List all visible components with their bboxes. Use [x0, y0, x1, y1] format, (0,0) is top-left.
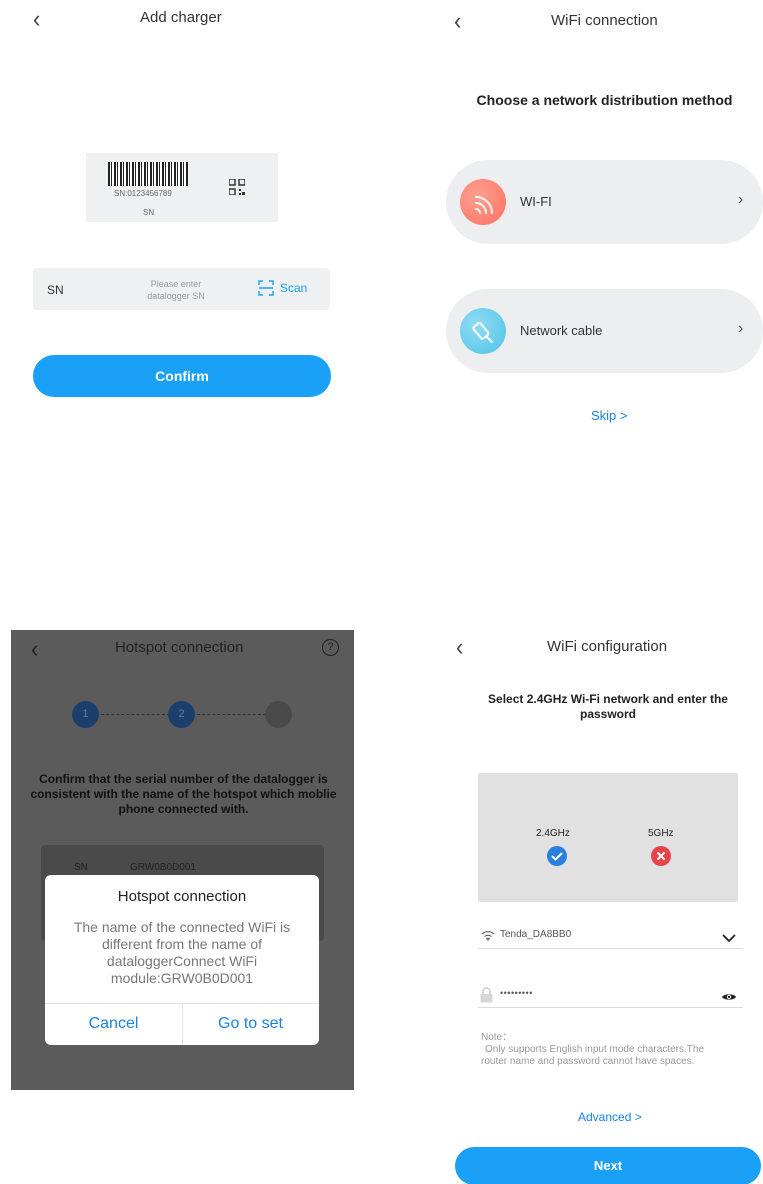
chevron-right-icon: ›	[738, 191, 744, 208]
eye-icon[interactable]	[721, 992, 737, 1002]
method-wifi-button[interactable]: WI-FI ›	[446, 160, 763, 244]
wifi-icon	[481, 931, 495, 941]
password-underline	[478, 1007, 743, 1008]
skip-link[interactable]: Skip >	[591, 408, 628, 423]
go-to-set-button[interactable]: Go to set	[182, 1015, 319, 1033]
sn-info-value: GRW0B0D001	[130, 862, 196, 873]
note-title: Note：	[481, 1032, 513, 1043]
page-title: Hotspot connection	[115, 639, 244, 656]
network-cable-icon	[460, 308, 506, 354]
back-icon[interactable]: ‹	[33, 6, 40, 31]
back-icon[interactable]: ‹	[456, 634, 463, 659]
cross-icon	[651, 846, 671, 866]
page-title: WiFi connection	[551, 12, 658, 29]
next-button[interactable]: Next	[455, 1147, 761, 1184]
qr-code-icon	[229, 179, 245, 195]
method-network-cable-button[interactable]: Network cable ›	[446, 289, 763, 373]
band-label: 5GHz	[648, 828, 674, 839]
confirm-message: Confirm that the serial number of the da…	[30, 772, 337, 816]
page-title: WiFi configuration	[547, 638, 668, 655]
distribution-heading: Choose a network distribution method	[476, 92, 733, 108]
scan-button[interactable]: Scan	[258, 280, 307, 296]
sn-field-label: SN	[47, 283, 64, 297]
wifi-icon	[460, 179, 506, 225]
chevron-right-icon: ›	[738, 320, 744, 337]
hotspot-dialog: Hotspot connection The name of the conne…	[45, 875, 319, 1045]
scan-label: Scan	[280, 281, 308, 295]
barcode-icon	[108, 162, 188, 186]
method-label: WI-FI	[520, 194, 552, 209]
sn-caption: SN	[143, 208, 155, 217]
step-2: 2	[168, 701, 195, 728]
back-icon[interactable]: ‹	[454, 8, 461, 33]
step-1: 1	[72, 701, 99, 728]
note-body: Only supports English input mode charact…	[481, 1044, 704, 1067]
password-mask: •••••••••	[500, 988, 533, 998]
cancel-button[interactable]: Cancel	[45, 1015, 182, 1033]
step-3: 3	[265, 701, 292, 728]
config-heading: Select 2.4GHz Wi-Fi network and enter th…	[488, 692, 728, 721]
sn-info-label: SN	[74, 862, 88, 873]
method-label: Network cable	[520, 323, 603, 338]
band-illustration	[478, 773, 738, 902]
confirm-button[interactable]: Confirm	[33, 355, 331, 397]
advanced-link[interactable]: Advanced >	[578, 1110, 642, 1124]
sn-code-text: SN:0123456789	[114, 189, 172, 198]
dialog-title: Hotspot connection	[117, 888, 247, 905]
page-title: Add charger	[140, 9, 222, 26]
band-label: 2.4GHz	[536, 828, 570, 839]
network-underline	[478, 948, 743, 949]
dialog-body: The name of the connected WiFi is differ…	[73, 919, 291, 986]
help-icon[interactable]: ?	[322, 639, 339, 656]
lock-icon	[480, 987, 493, 1003]
scan-icon	[258, 280, 274, 296]
chevron-down-icon[interactable]	[722, 934, 736, 943]
back-icon[interactable]: ‹	[31, 636, 38, 661]
check-icon	[547, 846, 567, 866]
sn-input[interactable]: Please enter datalogger SN	[134, 278, 218, 302]
network-name: Tenda_DA8BB0	[500, 929, 572, 940]
